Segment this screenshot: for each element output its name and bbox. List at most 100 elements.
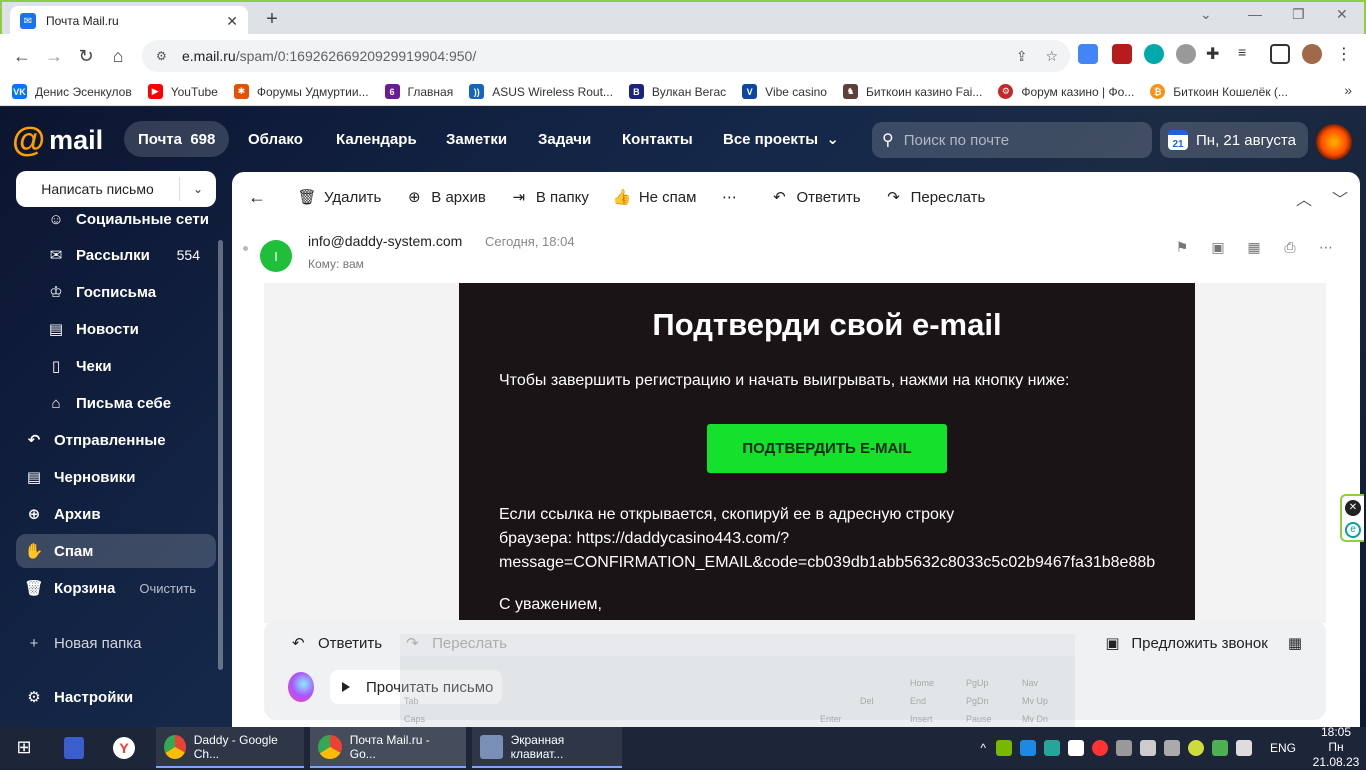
- minimize-button[interactable]: —: [1248, 6, 1262, 22]
- chevron-down-icon[interactable]: ⌄: [180, 182, 216, 196]
- sidebar-item-news[interactable]: ▤ Новости: [16, 312, 216, 346]
- not-spam-button[interactable]: 👍 Не спам: [612, 188, 696, 207]
- bookmark[interactable]: 6 Главная: [384, 84, 453, 99]
- osk-key-mvup[interactable]: Mv Up: [1022, 696, 1048, 706]
- suggest-call-button[interactable]: ▣ Предложить звонок: [1105, 634, 1267, 653]
- next-message-icon[interactable]: ﹀: [1332, 186, 1348, 210]
- sidebar-item-drafts[interactable]: ▤ Черновики: [16, 460, 216, 494]
- bookmark[interactable]: ₿ Биткоин Кошелёк (...: [1150, 84, 1288, 99]
- sidebar-item-archive[interactable]: ⊕ Архив: [16, 497, 216, 531]
- battery-icon[interactable]: [1211, 739, 1228, 756]
- translate-extension-icon[interactable]: [1078, 44, 1098, 64]
- tab-search-icon[interactable]: ⌄: [1200, 6, 1212, 23]
- new-folder-button[interactable]: + Новая папка: [16, 626, 216, 660]
- bookmark[interactable]: ♞ Биткоин казино Fai...: [842, 84, 982, 99]
- taskbar-item[interactable]: Daddy - Google Ch...: [156, 727, 304, 768]
- more-bookmarks-icon[interactable]: »: [1344, 82, 1352, 98]
- quick-reply-button[interactable]: ↶ Ответить: [292, 634, 382, 653]
- confirm-email-button[interactable]: ПОДТВЕРДИТЬ E-MAIL: [707, 424, 947, 473]
- tab-close-icon[interactable]: ✕: [226, 13, 238, 30]
- forward-icon[interactable]: →: [38, 40, 70, 72]
- back-icon[interactable]: ←: [6, 40, 38, 72]
- sidebar-item-self[interactable]: ⌂ Письма себе: [16, 386, 216, 420]
- chrome-menu-icon[interactable]: ⋮: [1334, 44, 1354, 64]
- bookmark-icon[interactable]: ⚑: [1172, 239, 1192, 259]
- settings-button[interactable]: ⚙ Настройки: [16, 680, 216, 714]
- date-widget[interactable]: 21 Пн, 21 августа: [1160, 122, 1308, 158]
- delete-button[interactable]: 🗑 Удалить: [297, 188, 381, 207]
- nav-notes[interactable]: Заметки: [432, 121, 521, 157]
- assistant-orb-icon[interactable]: [288, 672, 314, 702]
- bluetooth-icon[interactable]: [1019, 739, 1036, 756]
- sender-address[interactable]: info@daddy-system.com: [308, 233, 462, 249]
- yandex-tray-icon[interactable]: [1091, 739, 1108, 756]
- windows-start-icon[interactable]: ⊞: [6, 727, 42, 768]
- reply-button[interactable]: ↶ Ответить: [770, 188, 860, 207]
- osk-key-enter[interactable]: Enter: [820, 714, 842, 724]
- osk-key-tab[interactable]: Tab: [404, 696, 419, 706]
- to-folder-button[interactable]: ⇥ В папку: [510, 188, 589, 207]
- sidebar-item-trash[interactable]: 🗑 Корзина Очистить: [16, 571, 216, 605]
- bookmark[interactable]: ▶ YouTube: [147, 84, 218, 99]
- vpn-extension-icon[interactable]: [1144, 44, 1164, 64]
- sidebar-scrollbar[interactable]: [218, 240, 223, 670]
- back-button[interactable]: ←: [248, 187, 274, 207]
- tray-icon[interactable]: [1163, 739, 1180, 756]
- tray-expand-icon[interactable]: ^: [980, 741, 986, 755]
- nav-all-projects[interactable]: Все проекты ⌄: [709, 121, 853, 157]
- sidebar-item-sent[interactable]: ↶ Отправленные: [16, 423, 216, 457]
- compose-button[interactable]: Написать письмо ⌄: [16, 171, 216, 207]
- nav-contacts[interactable]: Контакты: [608, 121, 707, 157]
- language-indicator[interactable]: ENG: [1270, 741, 1296, 755]
- address-bar[interactable]: ⚙ e.mail.ru/spam/0:16926266920929919904:…: [142, 40, 1070, 72]
- site-info-icon[interactable]: ⚙: [156, 49, 170, 63]
- sidebar-item-social[interactable]: ☺ Социальные сети: [16, 208, 216, 236]
- nav-mail[interactable]: Почта 698: [124, 121, 230, 157]
- calendar-icon[interactable]: ▦: [1288, 634, 1302, 652]
- more-icon[interactable]: ⋯: [1316, 239, 1336, 259]
- save-app-icon[interactable]: [56, 727, 92, 768]
- more-actions-button[interactable]: ⋯: [720, 188, 746, 206]
- sidebar-item-receipts[interactable]: ▯ Чеки: [16, 349, 216, 383]
- user-avatar[interactable]: [1316, 124, 1352, 160]
- bookmark[interactable]: )) ASUS Wireless Rout...: [469, 84, 613, 99]
- fallback-link[interactable]: браузера: https://daddycasino443.com/?: [499, 527, 1179, 551]
- sidebar-item-spam[interactable]: ✋ Спам: [16, 534, 216, 568]
- bookmark[interactable]: ⚙ Форум казино | Фо...: [998, 84, 1134, 99]
- tray-icon[interactable]: [1115, 739, 1132, 756]
- browser-tab-active[interactable]: ✉ Почта Mail.ru ✕: [10, 6, 248, 36]
- share-icon[interactable]: ⇪: [1016, 48, 1028, 65]
- fallback-link-code[interactable]: message=CONFIRMATION_EMAIL&code=cb039db1…: [499, 551, 1179, 575]
- nav-tasks[interactable]: Задачи: [524, 121, 605, 157]
- sidebar-item-newsletters[interactable]: ✉ Рассылки 554: [16, 238, 216, 272]
- side-panel-icon[interactable]: [1270, 44, 1290, 64]
- on-screen-keyboard[interactable]: Home PgUp Nav End PgDn Mv Up Insert Paus…: [400, 634, 1075, 734]
- extension-icon[interactable]: [1176, 44, 1196, 64]
- taskbar-item[interactable]: Экранная клавиат...: [472, 727, 622, 768]
- new-tab-button[interactable]: +: [260, 8, 284, 30]
- nav-calendar[interactable]: Календарь: [322, 121, 431, 157]
- ublock-extension-icon[interactable]: [1112, 44, 1132, 64]
- sidebar-item-gov[interactable]: ♔ Госписьма: [16, 275, 216, 309]
- osk-key-home[interactable]: Home: [910, 678, 934, 688]
- close-icon[interactable]: ✕: [1345, 500, 1361, 516]
- unread-dot-icon[interactable]: [243, 246, 248, 251]
- speaker-tray-icon[interactable]: [1139, 739, 1156, 756]
- osk-key-insert[interactable]: Insert: [910, 714, 933, 724]
- yandex-browser-icon[interactable]: Y: [104, 727, 144, 768]
- bookmark[interactable]: V Vibe casino: [742, 84, 827, 99]
- nvidia-icon[interactable]: [995, 739, 1012, 756]
- video-call-icon[interactable]: ▣: [1208, 239, 1228, 259]
- nav-cloud[interactable]: Облако: [234, 121, 317, 157]
- home-icon[interactable]: ⌂: [102, 40, 134, 72]
- clear-trash-button[interactable]: Очистить: [139, 581, 196, 596]
- osk-key-mvdn[interactable]: Mv Dn: [1022, 714, 1048, 724]
- osk-key-caps[interactable]: Caps: [404, 714, 425, 724]
- bookmark[interactable]: B Вулкан Вегас: [628, 84, 726, 99]
- extensions-puzzle-icon[interactable]: ✚: [1206, 44, 1226, 64]
- mail-logo[interactable]: @ mail: [12, 123, 103, 157]
- osk-key-nav[interactable]: Nav: [1022, 678, 1038, 688]
- osk-key-del[interactable]: Del: [860, 696, 874, 706]
- tray-icon[interactable]: [1187, 739, 1204, 756]
- osk-key-pause[interactable]: Pause: [966, 714, 992, 724]
